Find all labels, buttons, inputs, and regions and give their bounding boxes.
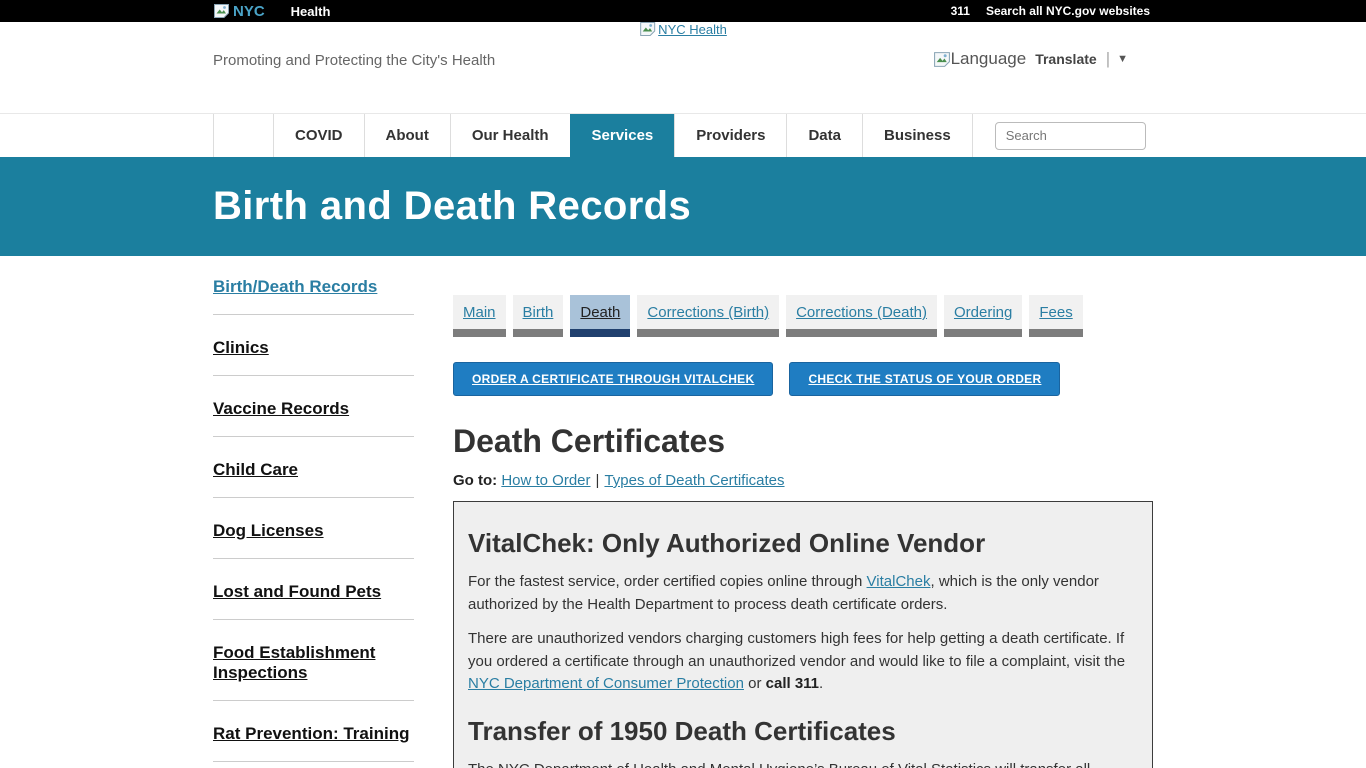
sidebar-link[interactable]: Clinics: [213, 338, 269, 357]
tab-label: Death: [570, 295, 630, 329]
nav-data[interactable]: Data: [786, 114, 862, 157]
sidebar-item-dog-licenses[interactable]: Dog Licenses: [213, 521, 414, 559]
nav-providers[interactable]: Providers: [674, 114, 786, 157]
translate-divider: |: [1106, 49, 1110, 69]
order-certificate-button[interactable]: ORDER A CERTIFICATE THROUGH VITALCHEK: [453, 362, 773, 396]
sidebar-item-child-care[interactable]: Child Care: [213, 460, 414, 498]
page-title: Birth and Death Records: [213, 184, 691, 229]
sidebar-link[interactable]: Lost and Found Pets: [213, 582, 381, 601]
sidebar-link[interactable]: Food Establishment Inspections: [213, 643, 375, 682]
notice-heading: VitalChek: Only Authorized Online Vendor: [468, 528, 1138, 559]
tab-fees[interactable]: Fees: [1029, 295, 1082, 337]
sidebar-item-clinics[interactable]: Clinics: [213, 338, 414, 376]
tab-corrections-birth[interactable]: Corrections (Birth): [637, 295, 779, 337]
text: or: [744, 675, 766, 692]
sidebar-link[interactable]: Rat Prevention: Training: [213, 724, 409, 743]
nyc-logo-alt-text: NYC: [233, 3, 265, 20]
goto-separator: |: [596, 472, 600, 489]
call-311-text: call 311: [766, 675, 819, 692]
nyc-health-logo-alt-text: NYC Health: [658, 22, 727, 37]
notice-paragraph-3: The NYC Department of Health and Mental …: [468, 759, 1138, 768]
nyc-logo-link[interactable]: NYC: [213, 3, 265, 20]
sidebar-link[interactable]: Birth/Death Records: [213, 277, 377, 296]
how-to-order-link[interactable]: How to Order: [501, 472, 590, 489]
page-banner: Birth and Death Records: [0, 157, 1366, 256]
tab-ordering[interactable]: Ordering: [944, 295, 1022, 337]
broken-image-icon: [933, 51, 951, 68]
sidebar-item-vaccine-records[interactable]: Vaccine Records: [213, 399, 414, 437]
tab-underline: [944, 329, 1022, 337]
tab-label: Fees: [1029, 295, 1082, 329]
page: NYC Health 311 Search all NYC.gov websit…: [0, 0, 1366, 768]
nav-business[interactable]: Business: [862, 114, 973, 157]
broken-image-icon: [639, 21, 656, 37]
site-header: NYC Health Promoting and Protecting the …: [0, 22, 1366, 113]
agency-health-link[interactable]: Health: [291, 4, 331, 19]
language-alt-text: Language: [951, 49, 1027, 69]
top-bar-right: 311 Search all NYC.gov websites: [951, 4, 1150, 18]
consumer-protection-link[interactable]: NYC Department of Consumer Protection: [468, 675, 744, 692]
nav-home-cell[interactable]: [213, 114, 273, 157]
tab-label: Ordering: [944, 295, 1022, 329]
notice-paragraph-1: For the fastest service, order certified…: [468, 571, 1138, 616]
link-311[interactable]: 311: [951, 4, 970, 18]
vitalchek-notice-box: VitalChek: Only Authorized Online Vendor…: [453, 501, 1153, 768]
text: For the fastest service, order certified…: [468, 573, 867, 590]
sidebar-item-lost-found-pets[interactable]: Lost and Found Pets: [213, 582, 414, 620]
translate-widget[interactable]: Language Translate | ▼: [933, 49, 1128, 69]
tab-underline: [453, 329, 506, 337]
sidebar-item-birth-death-records[interactable]: Birth/Death Records: [213, 277, 414, 315]
tab-label: Corrections (Birth): [637, 295, 779, 329]
nav-search-input[interactable]: [995, 122, 1146, 150]
text: .: [819, 675, 823, 692]
tab-death[interactable]: Death: [570, 295, 630, 337]
goto-row: Go to: How to Order |Types of Death Certi…: [453, 472, 1153, 489]
tab-underline: [786, 329, 937, 337]
tab-label: Main: [453, 295, 506, 329]
tab-underline: [1029, 329, 1082, 337]
nav-covid[interactable]: COVID: [273, 114, 364, 157]
tagline: Promoting and Protecting the City's Heal…: [213, 52, 495, 69]
sidebar-link[interactable]: Child Care: [213, 460, 298, 479]
tab-underline: [637, 329, 779, 337]
nav-our-health[interactable]: Our Health: [450, 114, 570, 157]
tab-main[interactable]: Main: [453, 295, 506, 337]
goto-label: Go to:: [453, 472, 497, 489]
types-of-death-certificates-link[interactable]: Types of Death Certificates: [604, 472, 784, 489]
sidebar-link[interactable]: Dog Licenses: [213, 521, 324, 540]
transfer-heading: Transfer of 1950 Death Certificates: [468, 716, 1138, 747]
tab-label: Corrections (Death): [786, 295, 937, 329]
translate-label[interactable]: Translate: [1035, 51, 1096, 67]
tab-birth[interactable]: Birth: [513, 295, 564, 337]
main-content: Main Birth Death Corrections (Birth) Cor…: [453, 295, 1153, 768]
nyc-health-logo-link[interactable]: NYC Health: [639, 21, 727, 37]
top-bar: NYC Health 311 Search all NYC.gov websit…: [0, 0, 1366, 22]
main-nav: COVID About Our Health Services Provider…: [0, 113, 1366, 157]
cta-row: ORDER A CERTIFICATE THROUGH VITALCHEK CH…: [453, 362, 1153, 396]
tab-underline: [570, 329, 630, 337]
tab-underline: [513, 329, 564, 337]
section-title: Death Certificates: [453, 423, 1153, 460]
sidebar-item-rat-prevention-training[interactable]: Rat Prevention: Training: [213, 724, 414, 762]
nav-about[interactable]: About: [364, 114, 450, 157]
nav-services[interactable]: Services: [570, 114, 675, 157]
vitalchek-link[interactable]: VitalChek: [867, 573, 931, 590]
sidebar: Birth/Death Records Clinics Vaccine Reco…: [213, 277, 414, 768]
sidebar-link[interactable]: Vaccine Records: [213, 399, 349, 418]
check-status-button[interactable]: CHECK THE STATUS OF YOUR ORDER: [789, 362, 1060, 396]
tab-label: Birth: [513, 295, 564, 329]
chevron-down-icon[interactable]: ▼: [1117, 53, 1128, 65]
top-bar-left: NYC Health: [213, 0, 330, 22]
sidebar-item-food-establishment-inspections[interactable]: Food Establishment Inspections: [213, 643, 414, 701]
tab-corrections-death[interactable]: Corrections (Death): [786, 295, 937, 337]
broken-image-icon: [213, 3, 230, 19]
search-all-nyc-link[interactable]: Search all NYC.gov websites: [986, 4, 1150, 18]
text: There are unauthorized vendors charging …: [468, 630, 1125, 670]
notice-paragraph-2: There are unauthorized vendors charging …: [468, 628, 1138, 696]
tab-strip: Main Birth Death Corrections (Birth) Cor…: [453, 295, 1153, 337]
